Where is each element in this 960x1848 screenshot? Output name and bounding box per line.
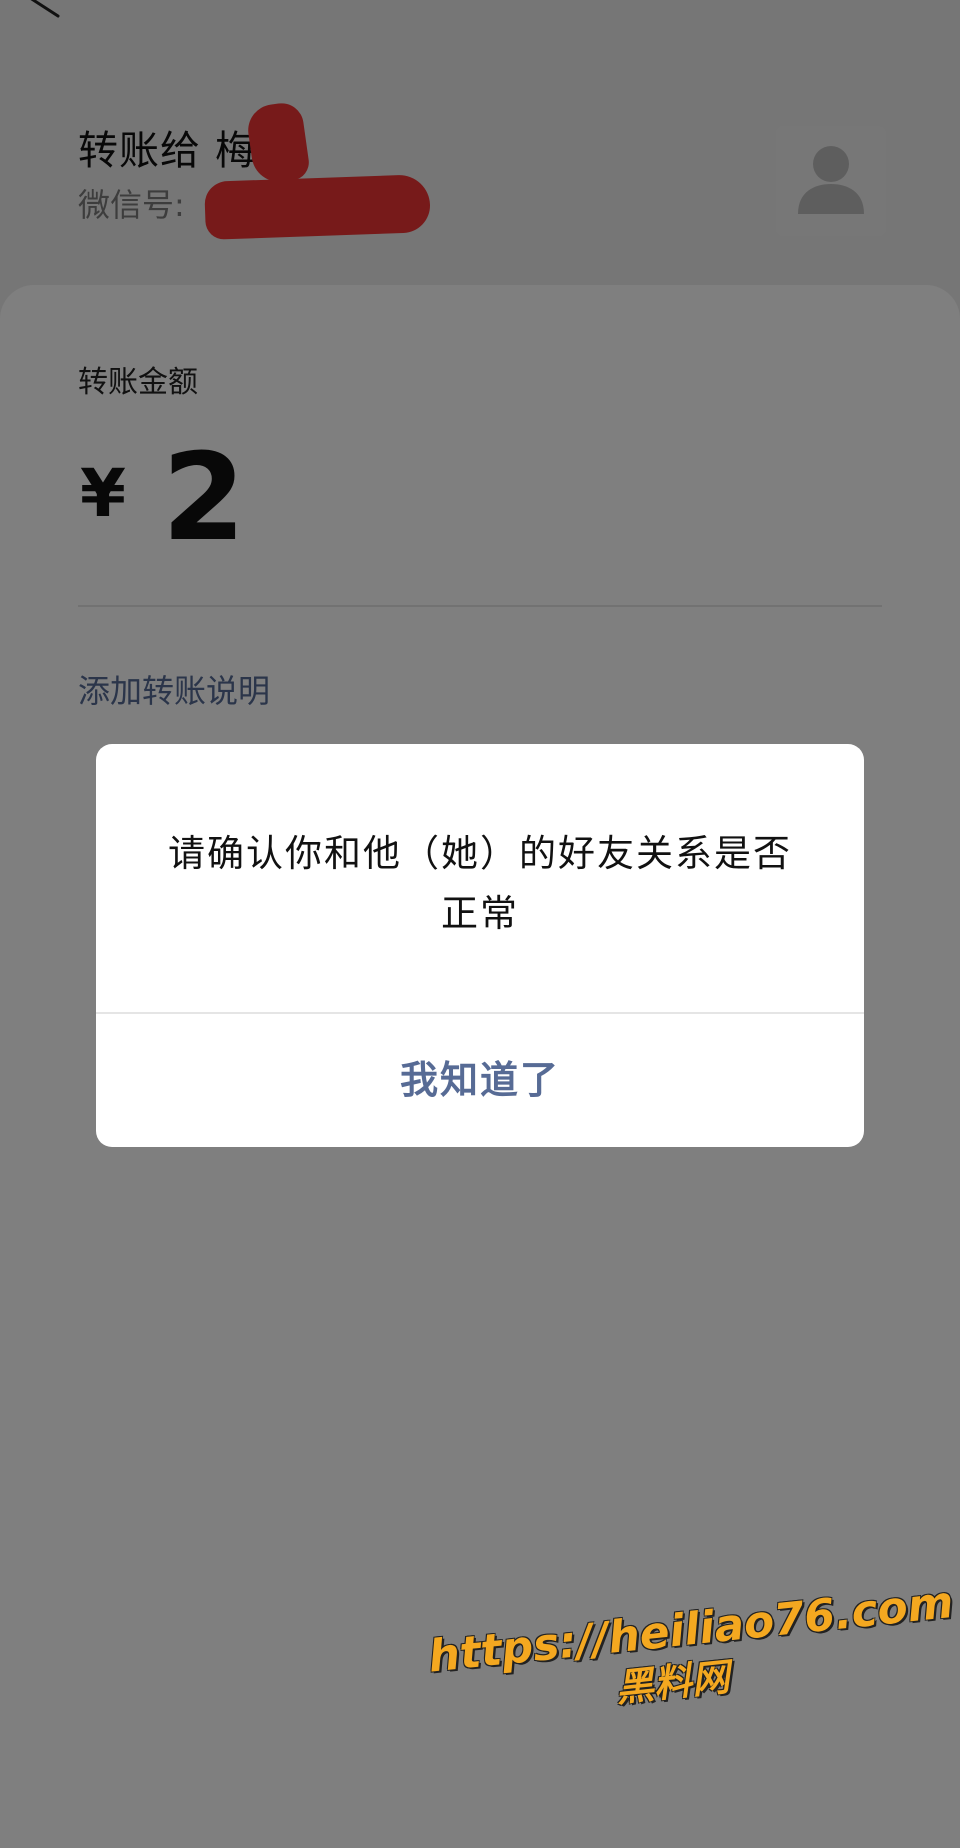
transfer-page: 转账给梅亮 微信号: 转账金额 ¥ 2 添加转账说明 请确认你和他（她）的好友关… xyxy=(0,0,960,1848)
confirm-button[interactable]: 我知道了 xyxy=(96,1014,864,1147)
alert-dialog: 请确认你和他（她）的好友关系是否正常 我知道了 xyxy=(96,744,864,1147)
dialog-message: 请确认你和他（她）的好友关系是否正常 xyxy=(168,832,792,935)
